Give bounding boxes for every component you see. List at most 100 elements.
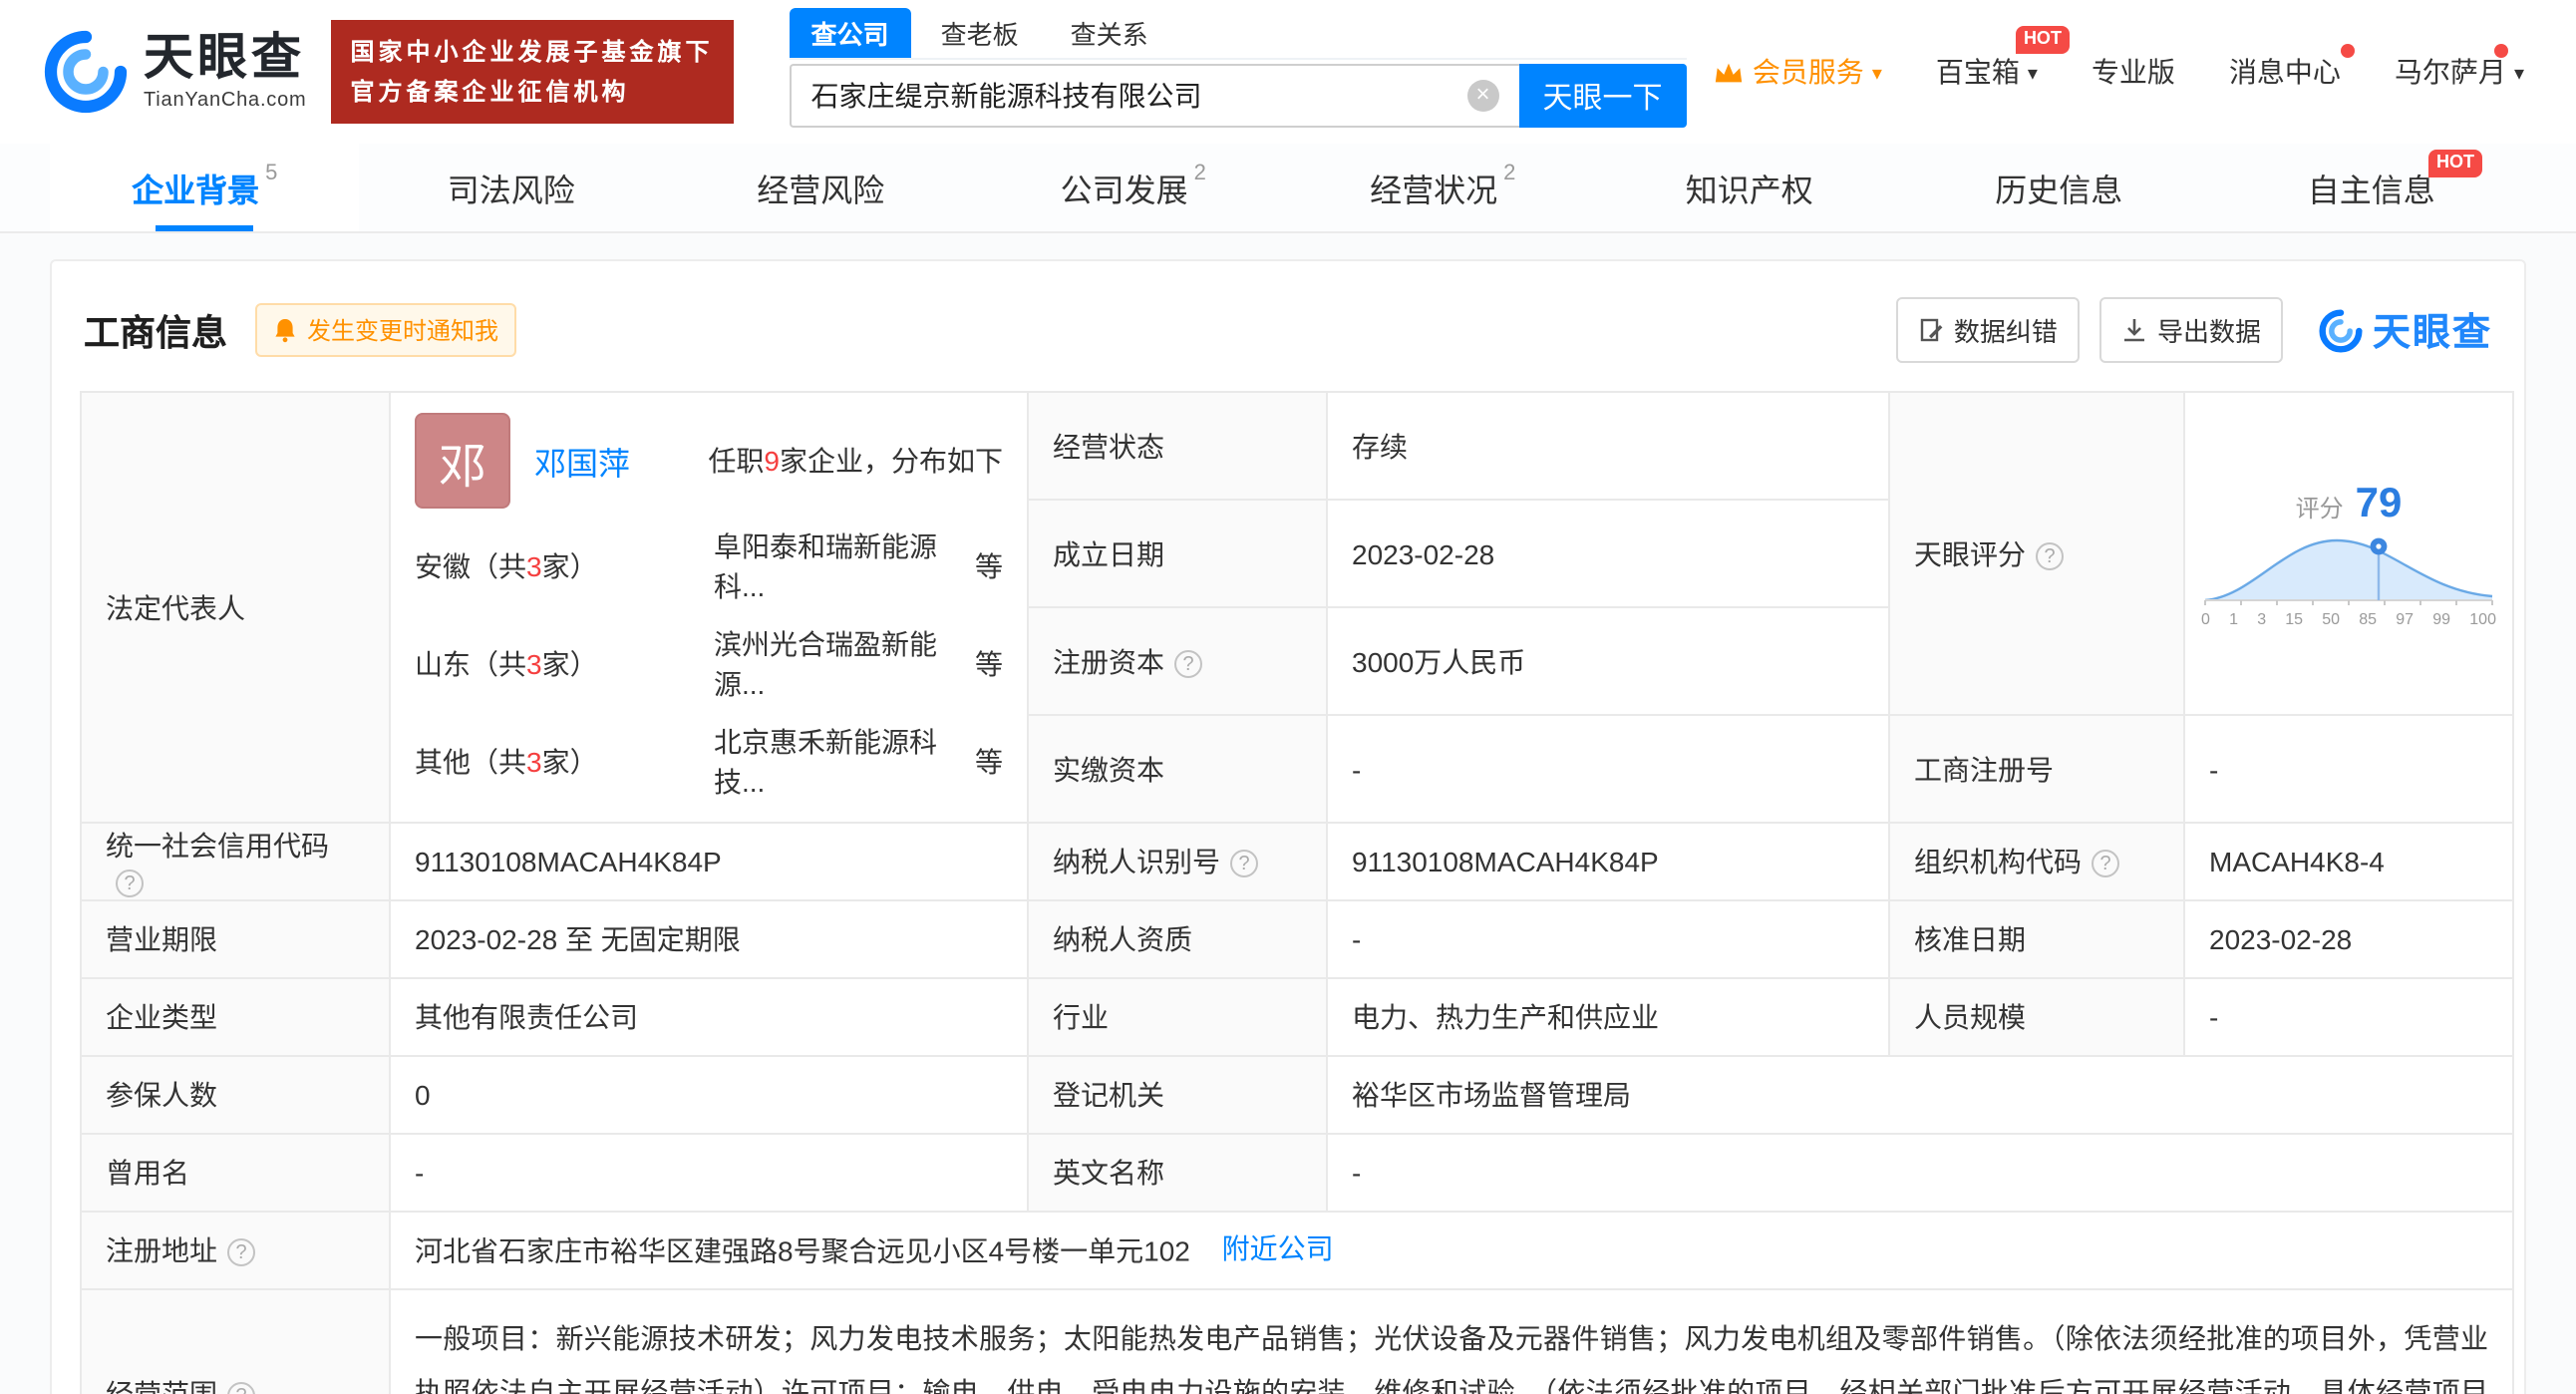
tab-history-info[interactable]: 历史信息 [1907, 144, 2217, 231]
tenure-company[interactable]: 北京惠禾新能源科技... [714, 722, 975, 802]
top-nav: 会员服务 ▾ 百宝箱 ▾ HOT 专业版 消息中心 马尔萨月 ▾ [1713, 26, 2532, 92]
field-value-english-name: - [1326, 1133, 2514, 1213]
search-tab-company[interactable]: 查公司 [789, 8, 911, 58]
field-label-industry: 行业 [1027, 977, 1328, 1057]
tab-label: 公司发展 [1060, 175, 1188, 209]
field-label-taxpayer-quality: 纳税人资质 [1027, 899, 1328, 979]
field-value-taxpayer-quality: - [1326, 899, 1890, 979]
help-icon[interactable] [2036, 541, 2064, 569]
tenure-more-link[interactable]: 等 [975, 644, 1003, 684]
score-chart: 评分 79 0 1 3 15 50 85 97 99 100 [2197, 480, 2500, 627]
tab-judicial-risk[interactable]: 司法风险 [360, 144, 670, 231]
nav-professional-label: 专业版 [2091, 56, 2175, 88]
help-icon[interactable] [1230, 850, 1258, 877]
hot-badge: HOT [2015, 26, 2070, 54]
field-label-paid-capital: 实缴资本 [1027, 714, 1328, 824]
help-icon[interactable] [116, 870, 144, 897]
search-tab-boss[interactable]: 查老板 [919, 8, 1041, 58]
tenure-more-link[interactable]: 等 [975, 546, 1003, 586]
nav-member-services[interactable]: 会员服务 ▾ [1713, 52, 1882, 92]
company-section-tabs: 企业背景 5 司法风险 经营风险 公司发展 2 经营状况 2 知识产权 历史信息 自主… [0, 144, 2576, 233]
help-icon[interactable] [227, 1381, 255, 1394]
edit-document-icon [1920, 318, 1943, 342]
score-axis-labels: 01 3 15 50 85 97 99 100 [2201, 609, 2496, 627]
search-tab-relation[interactable]: 查关系 [1049, 8, 1170, 58]
field-value-reg-status: 存续 [1326, 391, 1890, 501]
nearby-companies-link[interactable]: 附近公司 [1222, 1233, 1334, 1265]
clear-icon[interactable]: × [1466, 80, 1499, 112]
legal-rep-cell: 邓 邓国萍 任职9家企业，分布如下 安徽（共3家） 阜阳泰和瑞新能源科... 等 [389, 391, 1029, 824]
field-value-company-type: 其他有限责任公司 [389, 977, 1029, 1057]
export-data-button[interactable]: 导出数据 [2098, 297, 2283, 363]
tab-operating-status[interactable]: 经营状况 2 [1288, 144, 1598, 231]
nav-toolbox[interactable]: 百宝箱 ▾ HOT [1935, 26, 2070, 92]
certification-line1: 国家中小企业发展子基金旗下 [350, 37, 714, 66]
data-correction-button[interactable]: 数据纠错 [1895, 297, 2080, 363]
field-label-legal-rep: 法定代表人 [80, 391, 391, 824]
field-value-taxpayer-id: 91130108MACAH4K84P [1326, 822, 1890, 901]
change-notify-button[interactable]: 发生变更时通知我 [255, 303, 517, 357]
card-header: 工商信息 发生变更时通知我 数据纠错 导出数据 天眼查 [84, 297, 2492, 363]
tab-self-info[interactable]: 自主信息 HOT [2217, 144, 2527, 231]
search-input[interactable] [791, 80, 1467, 112]
crown-icon [1715, 62, 1742, 82]
search-button[interactable]: 天眼一下 [1518, 64, 1687, 128]
download-icon [2123, 319, 2144, 342]
field-label-org-code: 组织机构代码 [1888, 822, 2185, 901]
logo-domain: TianYanCha.com [144, 90, 307, 113]
score-curve-chart [2204, 536, 2493, 604]
field-value-industry: 电力、热力生产和供应业 [1326, 977, 1890, 1057]
legal-rep-name-link[interactable]: 邓国萍 [534, 437, 630, 485]
search-box: × 天眼一下 [789, 64, 1687, 128]
tab-label: 经营状况 [1370, 175, 1498, 209]
chevron-down-icon: ▾ [1871, 63, 1882, 85]
nav-professional[interactable]: 专业版 [2092, 52, 2175, 92]
change-notify-label: 发生变更时通知我 [307, 317, 499, 345]
tab-count: 5 [265, 162, 278, 185]
tab-count: 2 [1503, 162, 1516, 185]
tianyancha-swirl-icon [2319, 308, 2363, 352]
tenure-distribution-row: 安徽（共3家） 阜阳泰和瑞新能源科... 等 [415, 526, 1003, 606]
tenure-distribution-row: 其他（共3家） 北京惠禾新能源科技... 等 [415, 722, 1003, 802]
tab-label: 司法风险 [447, 175, 575, 209]
field-label-former-name: 曾用名 [80, 1133, 391, 1213]
field-label-reg-no: 工商注册号 [1888, 714, 2185, 824]
business-info-card: 工商信息 发生变更时通知我 数据纠错 导出数据 天眼查 法定代表人 邓 邓国萍 … [50, 259, 2526, 1394]
field-value-est-date: 2023-02-28 [1326, 499, 1890, 608]
help-icon[interactable] [227, 1238, 255, 1266]
chevron-down-icon: ▾ [2027, 63, 2038, 85]
tab-company-development[interactable]: 公司发展 2 [979, 144, 1289, 231]
tab-label: 历史信息 [1995, 175, 2123, 209]
legal-rep-avatar[interactable]: 邓 [415, 413, 510, 509]
tenure-more-link[interactable]: 等 [975, 742, 1003, 782]
field-value-registry: 裕华区市场监督管理局 [1326, 1055, 2514, 1135]
tianyancha-logo[interactable]: 天眼查 TianYanCha.com [44, 30, 307, 114]
field-label-tianyan-score: 天眼评分 [1888, 391, 2185, 716]
nav-toolbox-label: 百宝箱 [1935, 56, 2020, 88]
tab-intellectual-property[interactable]: 知识产权 [1598, 144, 1908, 231]
tab-label: 企业背景 [132, 175, 260, 209]
help-icon[interactable] [1174, 649, 1202, 677]
field-label-address: 注册地址 [80, 1211, 391, 1290]
field-label-staff-size: 人员规模 [1888, 977, 2185, 1057]
field-value-address: 河北省石家庄市裕华区建强路8号聚合远见小区4号楼一单元102 附近公司 [389, 1211, 2514, 1290]
field-label-reg-capital: 注册资本 [1027, 606, 1328, 716]
watermark-logo-text: 天眼查 [2372, 313, 2492, 355]
search-tabs: 查公司 查老板 查关系 [789, 8, 1687, 60]
help-icon[interactable] [2092, 850, 2119, 877]
tenure-company[interactable]: 滨州光合瑞盈新能源... [714, 624, 975, 704]
field-value-term: 2023-02-28 至 无固定期限 [389, 899, 1029, 979]
tab-company-background[interactable]: 企业背景 5 [50, 144, 360, 231]
nav-user-account[interactable]: 马尔萨月 ▾ [2395, 44, 2524, 92]
page: 天眼查 TianYanCha.com 国家中小企业发展子基金旗下 官方备案企业征… [0, 0, 2576, 1394]
top-header: 天眼查 TianYanCha.com 国家中小企业发展子基金旗下 官方备案企业征… [0, 0, 2576, 144]
data-correction-label: 数据纠错 [1953, 317, 2058, 347]
field-value-uscc: 91130108MACAH4K84P [389, 822, 1029, 901]
hot-badge: HOT [2428, 150, 2482, 177]
tab-operation-risk[interactable]: 经营风险 [669, 144, 979, 231]
nav-message-center[interactable]: 消息中心 [2229, 44, 2355, 92]
certification-line2: 官方备案企业征信机构 [350, 78, 630, 106]
card-watermark-logo: 天眼查 [2319, 303, 2492, 357]
tenure-company[interactable]: 阜阳泰和瑞新能源科... [714, 526, 975, 606]
address-text: 河北省石家庄市裕华区建强路8号聚合远见小区4号楼一单元102 [415, 1235, 1190, 1268]
